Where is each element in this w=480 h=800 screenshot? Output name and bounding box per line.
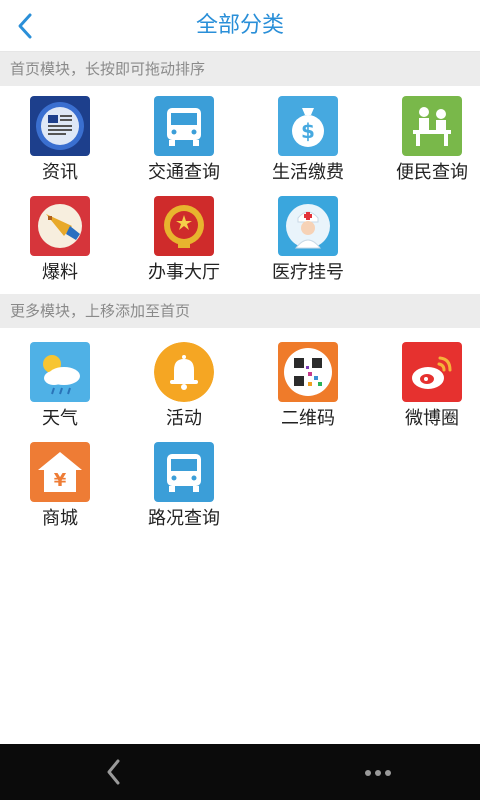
page-title: 全部分类 [195,13,284,38]
module-label: 便民查询 [396,162,468,183]
svg-text:$: $ [301,119,315,143]
module-traffic-query[interactable]: 交通查询 [124,92,244,188]
qr-code-icon [278,342,338,402]
bus-icon [154,96,214,156]
money-bag-icon: $ [278,96,338,156]
module-label: 办事大厅 [148,262,220,283]
bell-icon [154,342,214,402]
module-road-condition-query[interactable]: 路况查询 [124,438,244,534]
module-weibo[interactable]: 微博圈 [372,338,480,434]
module-label: 商城 [42,508,78,529]
shop-icon: ¥ [30,442,90,502]
system-nav-bar [0,744,480,800]
module-medical-registration[interactable]: 医疗挂号 [248,192,368,288]
module-tip-off[interactable]: 爆料 [0,192,120,288]
section-hint-home: 首页模块，长按即可拖动排序 [0,52,480,86]
module-qr-code[interactable]: 二维码 [248,338,368,434]
chevron-left-icon [18,13,32,39]
megaphone-icon [30,196,90,256]
weibo-icon [402,342,462,402]
module-shop[interactable]: ¥ 商城 [0,438,120,534]
module-label: 生活缴费 [272,162,344,183]
header: 全部分类 [0,0,480,52]
nav-back-button[interactable] [92,752,136,792]
module-label: 二维码 [281,408,335,429]
module-news[interactable]: 资讯 [0,92,120,188]
bus-icon [154,442,214,502]
module-label: 天气 [42,408,78,429]
more-dots-icon [365,770,391,776]
module-label: 资讯 [42,162,78,183]
national-emblem-icon [154,196,214,256]
service-counter-icon [402,96,462,156]
module-label: 交通查询 [148,162,220,183]
news-icon [30,96,90,156]
module-label: 路况查询 [148,508,220,529]
nav-more-button[interactable] [356,752,400,792]
weather-icon [30,342,90,402]
module-weather[interactable]: 天气 [0,338,120,434]
module-label: 微博圈 [405,408,459,429]
section-hint-more: 更多模块，上移添加至首页 [0,294,480,328]
back-button[interactable] [6,6,46,46]
nurse-icon [278,196,338,256]
module-convenience-query[interactable]: 便民查询 [372,92,480,188]
svg-text:¥: ¥ [54,470,67,491]
module-label: 医疗挂号 [272,262,344,283]
module-bill-payment[interactable]: $ 生活缴费 [248,92,368,188]
module-label: 活动 [166,408,202,429]
module-label: 爆料 [42,262,78,283]
chevron-left-icon [107,759,120,785]
module-service-hall[interactable]: 办事大厅 [124,192,244,288]
module-activity[interactable]: 活动 [124,338,244,434]
